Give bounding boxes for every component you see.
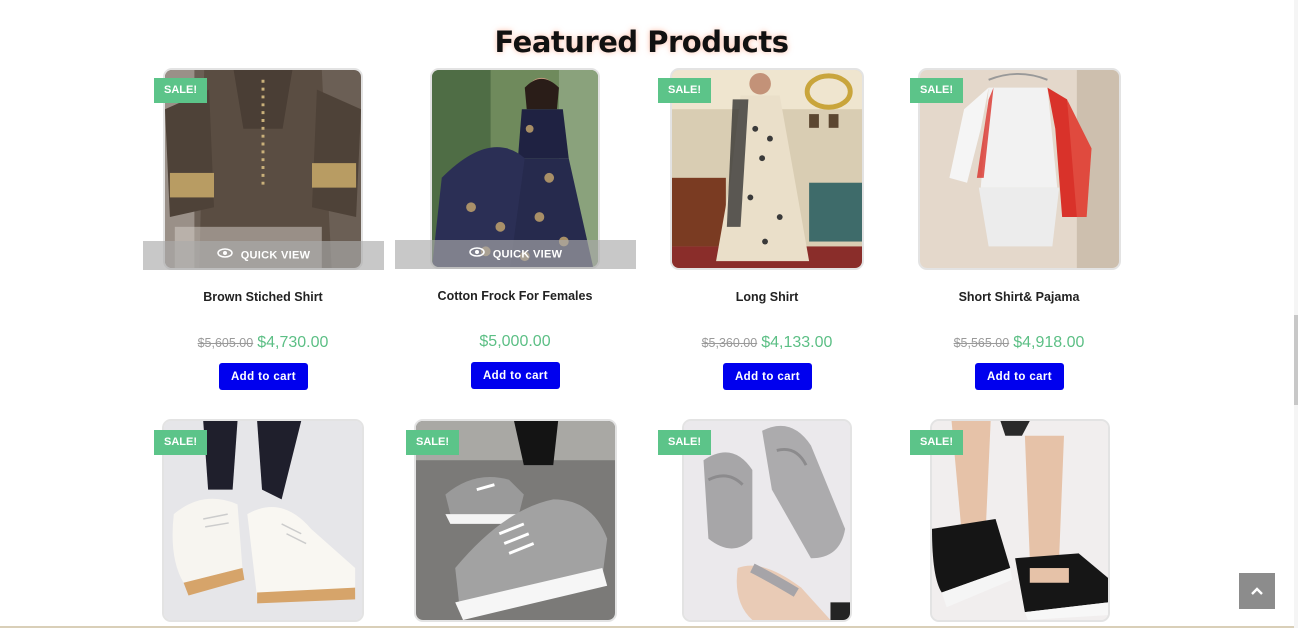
scrollbar-thumb[interactable]: [1294, 315, 1298, 405]
product-price: $5,000.00: [389, 333, 641, 351]
quick-view-button[interactable]: QUICK VIEW: [143, 241, 384, 270]
add-to-cart-button[interactable]: Add to cart: [219, 363, 308, 390]
sale-price: $4,730.00: [257, 334, 329, 351]
old-price: $5,605.00: [197, 336, 254, 350]
section-title: Featured Products: [494, 25, 789, 60]
add-to-cart-button[interactable]: Add to cart: [471, 362, 560, 389]
product-name[interactable]: Brown Stiched Shirt: [137, 290, 389, 304]
sale-badge: SALE!: [910, 430, 963, 455]
chevron-up-icon: [1251, 582, 1263, 599]
sale-badge: SALE!: [658, 430, 711, 455]
product-price: $5,360.00 $4,133.00: [641, 334, 893, 352]
sale-badge: SALE!: [154, 78, 207, 103]
eye-icon: [468, 240, 485, 269]
quick-view-button[interactable]: QUICK VIEW: [395, 240, 636, 269]
sale-badge: SALE!: [154, 430, 207, 455]
add-to-cart-button[interactable]: Add to cart: [975, 363, 1064, 390]
sale-price: $4,918.00: [1013, 334, 1085, 351]
product-price: $5,605.00 $4,730.00: [137, 334, 389, 352]
old-price: $5,360.00: [701, 336, 758, 350]
sale-badge: SALE!: [910, 78, 963, 103]
product-name[interactable]: Short Shirt& Pajama: [893, 290, 1145, 304]
add-to-cart-button[interactable]: Add to cart: [723, 363, 812, 390]
quick-view-label: QUICK VIEW: [240, 249, 311, 262]
eye-icon: [216, 241, 233, 270]
old-price: $5,565.00: [953, 336, 1010, 350]
product-price: $5,565.00 $4,918.00: [893, 334, 1145, 352]
sale-price: $4,133.00: [761, 334, 833, 351]
sale-badge: SALE!: [658, 78, 711, 103]
product-image[interactable]: [430, 68, 600, 269]
scroll-to-top-button[interactable]: [1239, 573, 1275, 609]
sale-badge: SALE!: [406, 430, 459, 455]
page-scrollbar[interactable]: [1294, 0, 1298, 628]
sale-price: $5,000.00: [479, 333, 551, 350]
product-name[interactable]: Cotton Frock For Females: [389, 289, 641, 303]
quick-view-label: QUICK VIEW: [492, 248, 563, 261]
product-name[interactable]: Long Shirt: [641, 290, 893, 304]
